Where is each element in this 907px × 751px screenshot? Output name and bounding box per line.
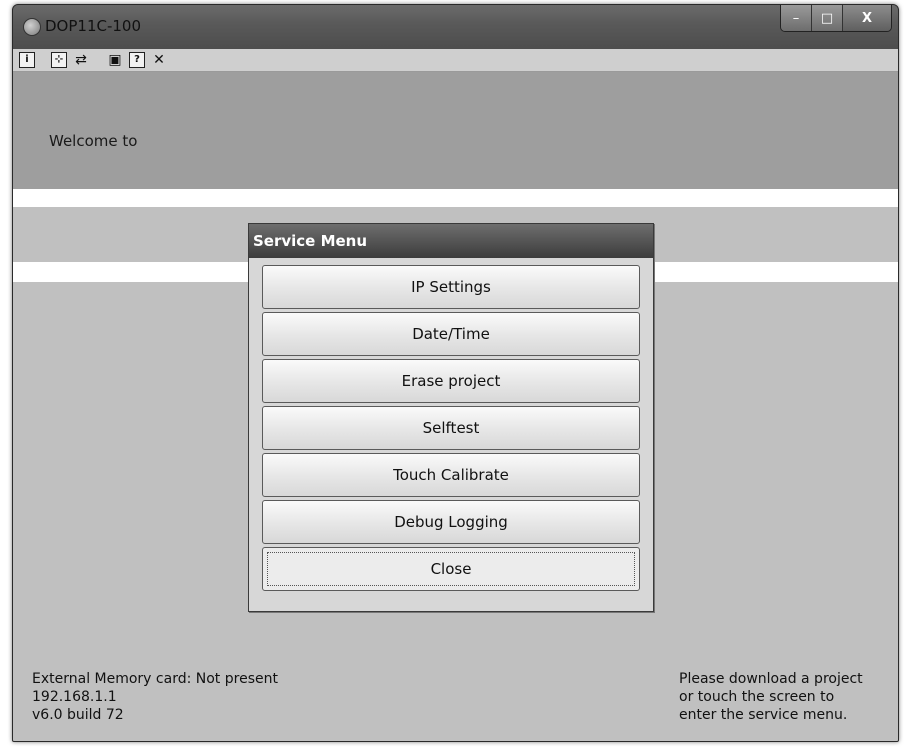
- touch-calibrate-button[interactable]: Touch Calibrate: [262, 453, 640, 497]
- title-bar[interactable]: DOP11C-100 – □ X: [13, 5, 898, 49]
- hint-text: Please download a project or touch the s…: [679, 670, 863, 724]
- window-controls: – □ X: [780, 5, 892, 32]
- help-icon[interactable]: ?: [129, 52, 145, 68]
- ip-settings-button[interactable]: IP Settings: [262, 265, 640, 309]
- welcome-banner: Welcome to: [13, 72, 898, 189]
- ip-address: 192.168.1.1: [32, 689, 117, 705]
- hint-line: or touch the screen to: [679, 689, 835, 705]
- close-window-button[interactable]: X: [843, 5, 891, 31]
- client-area[interactable]: Welcome to Service Menu IP Settings Date…: [13, 72, 898, 741]
- selftest-button[interactable]: Selftest: [262, 406, 640, 450]
- save-icon[interactable]: ▣: [106, 51, 124, 69]
- status-info: External Memory card: Not present 192.16…: [32, 670, 278, 724]
- maximize-button[interactable]: □: [812, 5, 843, 31]
- info-icon[interactable]: i: [19, 52, 35, 68]
- toolbar: i ⊹ ⇄ ▣ ? ✕: [13, 49, 898, 72]
- debug-logging-button[interactable]: Debug Logging: [262, 500, 640, 544]
- window-title: DOP11C-100: [45, 17, 142, 35]
- divider-stripe: [13, 189, 898, 207]
- refresh-icon[interactable]: ⇄: [72, 51, 90, 69]
- hint-line: enter the service menu.: [679, 707, 848, 723]
- app-icon: [23, 18, 41, 36]
- minimize-button[interactable]: –: [781, 5, 812, 31]
- app-window: DOP11C-100 – □ X i ⊹ ⇄ ▣ ? ✕ Welcome to …: [12, 4, 899, 742]
- service-menu-dialog: Service Menu IP Settings Date/Time Erase…: [248, 223, 654, 612]
- hint-line: Please download a project: [679, 671, 863, 687]
- focus-rect: [267, 552, 635, 586]
- close-button[interactable]: Close: [262, 547, 640, 591]
- welcome-text: Welcome to: [49, 132, 138, 150]
- fullscreen-icon[interactable]: ⊹: [51, 52, 67, 68]
- dialog-title: Service Menu: [249, 224, 653, 258]
- tools-icon[interactable]: ✕: [150, 51, 168, 69]
- memory-status: External Memory card: Not present: [32, 671, 278, 687]
- erase-project-button[interactable]: Erase project: [262, 359, 640, 403]
- version-text: v6.0 build 72: [32, 707, 124, 723]
- date-time-button[interactable]: Date/Time: [262, 312, 640, 356]
